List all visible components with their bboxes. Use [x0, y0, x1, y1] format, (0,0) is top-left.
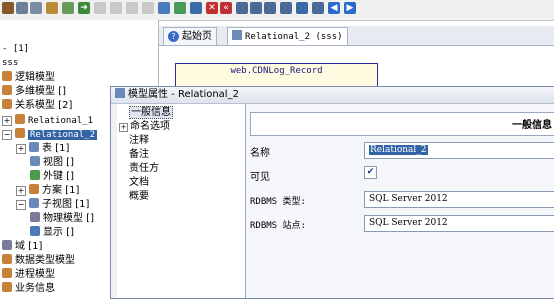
logical-model-icon	[2, 71, 12, 81]
tree-item-tables[interactable]: + 表 [1]	[16, 142, 69, 156]
zoom-in-icon[interactable]	[236, 2, 248, 14]
delete-icon[interactable]: ✕	[206, 2, 218, 14]
search-icon[interactable]	[62, 2, 74, 14]
tree-item-domains[interactable]: 域 [1]	[2, 240, 42, 254]
display-icon	[30, 226, 40, 236]
rdbms-type-select[interactable]: SQL Server 2012	[364, 191, 554, 208]
layout-icon[interactable]	[280, 2, 292, 14]
tree-item-multidim-model[interactable]: 多维模型 []	[2, 85, 66, 99]
nav-item-documents[interactable]: 文档	[129, 176, 149, 190]
rdbms-type-label: RDBMS 类型:	[250, 197, 306, 207]
tree-item-relational-model[interactable]: 关系模型 [2]	[2, 99, 72, 113]
schema-icon	[29, 184, 39, 194]
business-info-icon	[2, 282, 12, 292]
properties-icon[interactable]	[312, 2, 324, 14]
fit-screen-icon[interactable]	[264, 2, 276, 14]
collapse-icon[interactable]: −	[2, 130, 12, 140]
multidim-model-icon	[2, 85, 12, 95]
tree-item-physical-models[interactable]: 物理模型 []	[30, 212, 94, 226]
table-icon	[29, 142, 39, 152]
rdbms-site-select[interactable]: SQL Server 2012	[364, 215, 554, 232]
binoculars-icon[interactable]	[296, 2, 308, 14]
expand-icon[interactable]: +	[16, 186, 26, 196]
new-fk-icon[interactable]	[126, 2, 138, 14]
tree-design-name[interactable]: sss	[2, 56, 18, 70]
nav-item-general[interactable]: 一般信息	[129, 106, 173, 120]
tab-start-page[interactable]: ? 起始页	[163, 27, 217, 45]
tree-item-views[interactable]: 视图 []	[30, 156, 74, 170]
nav-item-comments[interactable]: 注释	[129, 134, 149, 148]
relational-icon	[15, 114, 25, 124]
model-properties-dialog: 模型属性 - Relational_2 一般信息 + 命名选项 注释 备注 责任方…	[110, 86, 554, 299]
tree-item-subviews[interactable]: − 子视图 [1]	[16, 198, 89, 212]
rdbms-site-label: RDBMS 站点:	[250, 221, 306, 231]
foreign-key-icon	[30, 170, 40, 180]
expand-icon[interactable]: +	[16, 144, 26, 154]
name-field[interactable]: Relational_2	[364, 142, 554, 159]
save-icon[interactable]	[16, 2, 28, 14]
new-table-icon[interactable]	[94, 2, 106, 14]
collapse-icon[interactable]: −	[16, 200, 26, 210]
editor-tab-bar: ? 起始页 Relational_2 (sss)	[159, 26, 554, 46]
help-icon: ?	[168, 31, 179, 42]
dialog-title: 模型属性 - Relational_2	[128, 89, 239, 100]
physical-model-icon	[30, 212, 40, 222]
save-all-icon[interactable]	[30, 2, 42, 14]
tree-item-relational-2[interactable]: − Relational_2	[2, 128, 98, 142]
visible-label: 可见	[250, 172, 270, 183]
name-label: 名称	[250, 148, 270, 159]
section-header-title: 一般信息	[512, 120, 552, 131]
dialog-content-panel: 一般信息 名称 Relational_2 可见 ✔ RDBMS 类型: SQL …	[246, 104, 554, 298]
datatype-model-icon	[2, 254, 12, 264]
dialog-icon	[115, 88, 125, 98]
tree-item-business-info[interactable]: 业务信息	[2, 282, 55, 296]
view-icon	[30, 156, 40, 166]
tree-item-foreign-keys[interactable]: 外键 []	[30, 170, 74, 184]
visible-checkbox[interactable]: ✔	[364, 166, 377, 179]
rewind-icon[interactable]: «	[220, 2, 232, 14]
tree-item-process-model[interactable]: 进程模型	[2, 268, 55, 282]
back-arrow-icon[interactable]: ◀	[328, 2, 340, 14]
forward-arrow-icon[interactable]: ▶	[344, 2, 356, 14]
new-view-icon[interactable]	[110, 2, 122, 14]
open-icon[interactable]	[2, 2, 14, 14]
note-icon[interactable]	[158, 2, 170, 14]
tab-relational-2[interactable]: Relational_2 (sss)	[227, 27, 348, 45]
nav-item-notes[interactable]: 备注	[129, 148, 149, 162]
domain-icon	[2, 240, 12, 250]
nav-item-summary[interactable]: 概要	[129, 190, 149, 204]
tree-item-displays[interactable]: 显示 []	[30, 226, 74, 240]
arrow-right-icon[interactable]: ➜	[78, 2, 90, 14]
picture-icon[interactable]	[174, 2, 186, 14]
engineer-icon[interactable]	[46, 2, 58, 14]
zoom-out-icon[interactable]	[250, 2, 262, 14]
diagram-icon	[232, 30, 242, 40]
tree-item-datatype-model[interactable]: 数据类型模型	[2, 254, 75, 268]
relational-model-icon	[2, 99, 12, 109]
section-header: 一般信息	[250, 112, 554, 136]
relational-icon	[15, 128, 25, 138]
dialog-title-bar[interactable]: 模型属性 - Relational_2	[111, 87, 554, 104]
expand-icon[interactable]: +	[119, 123, 128, 132]
expand-icon[interactable]: +	[2, 116, 12, 126]
tree-item-schemas[interactable]: + 方案 [1]	[16, 184, 79, 198]
tree-item-logical-model[interactable]: 逻辑模型	[2, 71, 55, 85]
subview-icon	[29, 198, 39, 208]
nav-item-responsible-parties[interactable]: 责任方	[129, 162, 159, 176]
dialog-nav-list: 一般信息 + 命名选项 注释 备注 责任方 文档 概要	[117, 104, 246, 298]
nav-item-naming-options[interactable]: + 命名选项	[119, 120, 170, 134]
main-toolbar: ➜ ✕ « ◀ ▶	[0, 0, 554, 21]
tree-root-count: - [1]	[2, 44, 30, 54]
new-relation-icon[interactable]	[142, 2, 154, 14]
split-icon[interactable]	[190, 2, 202, 14]
tree-item-relational-1[interactable]: + Relational_1	[2, 114, 93, 128]
process-model-icon	[2, 268, 12, 278]
